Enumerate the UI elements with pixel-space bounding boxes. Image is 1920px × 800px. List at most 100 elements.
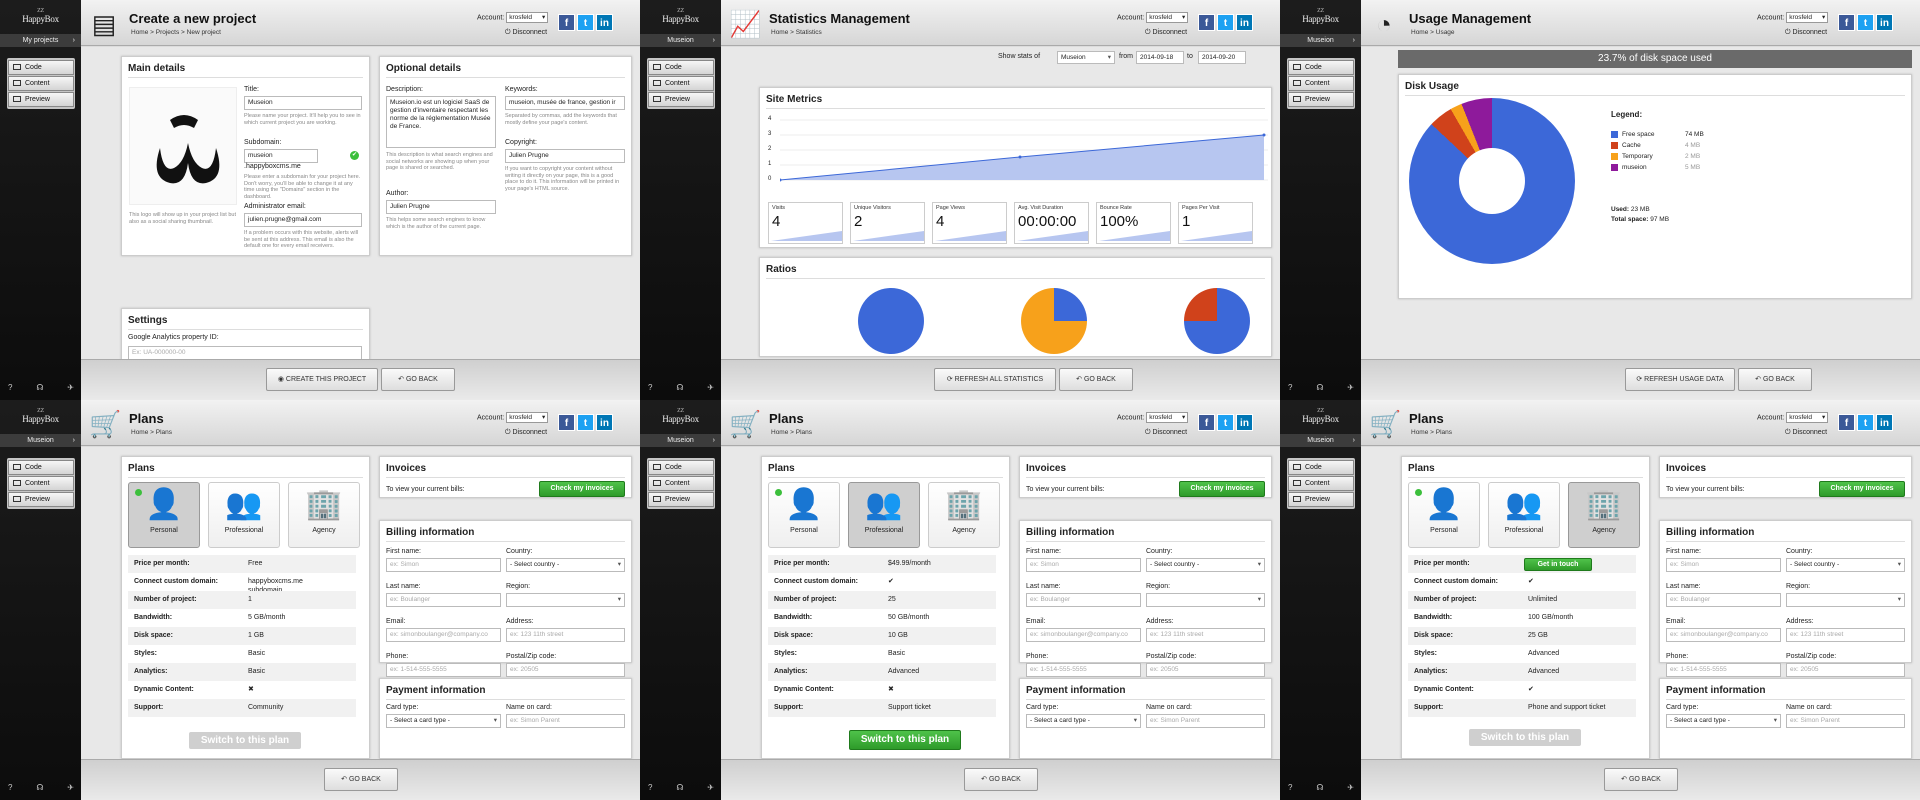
account-select[interactable]: krosfeld	[1146, 412, 1189, 423]
menu-item-preview[interactable]: Preview	[648, 92, 714, 107]
description-textarea[interactable]: Museion.io est un logiciel SaaS de gesti…	[386, 96, 496, 148]
support-icon[interactable]: ☊	[676, 783, 683, 792]
facebook-icon[interactable]: f	[1838, 414, 1855, 431]
breadcrumb[interactable]: Home > Plans	[1411, 429, 1452, 436]
last-name-input[interactable]: ex: Boulanger	[1666, 593, 1781, 607]
email-input[interactable]: ex: simonboulanger@company.co	[1666, 628, 1781, 642]
name-on-card-input[interactable]: ex: Simon Parent	[1146, 714, 1265, 728]
support-icon[interactable]: ☊	[1316, 783, 1323, 792]
support-icon[interactable]: ☊	[1316, 383, 1323, 392]
help-icon[interactable]: ?	[8, 383, 12, 392]
project-logo-upload[interactable]	[129, 87, 237, 205]
menu-item-content[interactable]: Content	[648, 476, 714, 491]
keywords-input[interactable]: museion, musée de france, gestion ir	[505, 96, 625, 110]
email-input[interactable]: ex: simonboulanger@company.co	[1026, 628, 1141, 642]
announce-icon[interactable]: ✈	[1347, 383, 1354, 392]
disconnect-link[interactable]: ⏻ Disconnect	[505, 429, 547, 437]
announce-icon[interactable]: ✈	[67, 783, 74, 792]
menu-item-content[interactable]: Content	[1288, 476, 1354, 491]
admin-email-input[interactable]: julien.prugne@gmail.com	[244, 213, 362, 227]
linkedin-icon[interactable]: in	[1876, 14, 1893, 31]
menu-item-code[interactable]: Code	[648, 60, 714, 75]
project-selector[interactable]: Museion ›	[640, 34, 721, 47]
linkedin-icon[interactable]: in	[596, 414, 613, 431]
switch-plan-button[interactable]: Switch to this plan	[849, 730, 961, 750]
last-name-input[interactable]: ex: Boulanger	[1026, 593, 1141, 607]
go-back-button[interactable]: ↶ GO BACK	[1738, 368, 1812, 391]
project-selector[interactable]: Museion ›	[0, 434, 81, 447]
go-back-button[interactable]: ↶ GO BACK	[964, 768, 1038, 791]
project-selector[interactable]: Museion ›	[640, 434, 721, 447]
account-select[interactable]: krosfeld	[1786, 12, 1829, 23]
facebook-icon[interactable]: f	[1198, 414, 1215, 431]
email-input[interactable]: ex: simonboulanger@company.co	[386, 628, 501, 642]
region-select[interactable]	[506, 593, 625, 607]
switch-plan-button[interactable]: Switch to this plan	[1469, 729, 1581, 746]
disconnect-link[interactable]: ⏻ Disconnect	[1145, 29, 1187, 37]
happybox-logo[interactable]: ZZ HappyBox	[0, 408, 81, 424]
first-name-input[interactable]: ex: Simon	[1026, 558, 1141, 572]
phone-input[interactable]: ex: 1-514-555-5555	[386, 663, 501, 677]
refresh-usage-button[interactable]: ⟳ REFRESH USAGE DATA	[1625, 368, 1735, 391]
happybox-logo[interactable]: ZZ HappyBox	[640, 408, 721, 424]
title-input[interactable]: Museion	[244, 96, 362, 110]
disconnect-link[interactable]: ⏻ Disconnect	[1145, 429, 1187, 437]
go-back-button[interactable]: ↶ GO BACK	[381, 368, 455, 391]
create-project-button[interactable]: ◉ CREATE THIS PROJECT	[266, 368, 378, 391]
menu-item-content[interactable]: Content	[8, 76, 74, 91]
address-input[interactable]: ex: 123 11th street	[1146, 628, 1265, 642]
help-icon[interactable]: ?	[648, 783, 652, 792]
twitter-icon[interactable]: t	[1857, 14, 1874, 31]
support-icon[interactable]: ☊	[36, 783, 43, 792]
menu-item-preview[interactable]: Preview	[8, 492, 74, 507]
help-icon[interactable]: ?	[648, 383, 652, 392]
zip-input[interactable]: ex: 20505	[506, 663, 625, 677]
menu-item-preview[interactable]: Preview	[8, 92, 74, 107]
check-invoices-button[interactable]: Check my invoices	[539, 481, 625, 497]
help-icon[interactable]: ?	[1288, 383, 1292, 392]
twitter-icon[interactable]: t	[1857, 414, 1874, 431]
disconnect-link[interactable]: ⏻ Disconnect	[505, 29, 547, 37]
project-selector[interactable]: Museion ›	[1280, 434, 1361, 447]
get-in-touch-button[interactable]: Get in touch	[1524, 558, 1592, 571]
card-type-select[interactable]: - Select a card type -	[1666, 714, 1781, 728]
account-select[interactable]: krosfeld	[506, 412, 549, 423]
go-back-button[interactable]: ↶ GO BACK	[1059, 368, 1133, 391]
menu-item-preview[interactable]: Preview	[648, 492, 714, 507]
facebook-icon[interactable]: f	[558, 14, 575, 31]
announce-icon[interactable]: ✈	[707, 783, 714, 792]
first-name-input[interactable]: ex: Simon	[386, 558, 501, 572]
menu-item-code[interactable]: Code	[8, 460, 74, 475]
menu-item-preview[interactable]: Preview	[1288, 92, 1354, 107]
project-selector[interactable]: My projects ›	[0, 34, 81, 47]
announce-icon[interactable]: ✈	[707, 383, 714, 392]
site-select[interactable]: Museion	[1057, 51, 1115, 64]
happybox-logo[interactable]: ZZ HappyBox	[640, 8, 721, 24]
facebook-icon[interactable]: f	[1198, 14, 1215, 31]
to-date-input[interactable]: 2014-09-20	[1198, 51, 1246, 64]
menu-item-content[interactable]: Content	[648, 76, 714, 91]
author-input[interactable]: Julien Prugne	[386, 200, 496, 214]
account-select[interactable]: krosfeld	[506, 12, 549, 23]
menu-item-code[interactable]: Code	[1288, 60, 1354, 75]
disconnect-link[interactable]: ⏻ Disconnect	[1785, 29, 1827, 37]
menu-item-preview[interactable]: Preview	[1288, 492, 1354, 507]
account-select[interactable]: krosfeld	[1146, 12, 1189, 23]
plan-option-professional[interactable]: 👥 Professional	[1488, 482, 1560, 548]
country-select[interactable]: - Select country -	[506, 558, 625, 572]
happybox-logo[interactable]: ZZ HappyBox	[1280, 8, 1361, 24]
go-back-button[interactable]: ↶ GO BACK	[1604, 768, 1678, 791]
twitter-icon[interactable]: t	[577, 414, 594, 431]
plan-option-professional[interactable]: 👥 Professional	[208, 482, 280, 548]
plan-option-agency[interactable]: 🏢 Agency	[1568, 482, 1640, 548]
announce-icon[interactable]: ✈	[1347, 783, 1354, 792]
linkedin-icon[interactable]: in	[596, 14, 613, 31]
switch-plan-button[interactable]: Switch to this plan	[189, 732, 301, 749]
happybox-logo[interactable]: ZZ HappyBox	[1280, 408, 1361, 424]
linkedin-icon[interactable]: in	[1876, 414, 1893, 431]
country-select[interactable]: - Select country -	[1786, 558, 1905, 572]
facebook-icon[interactable]: f	[558, 414, 575, 431]
twitter-icon[interactable]: t	[1217, 414, 1234, 431]
refresh-statistics-button[interactable]: ⟳ REFRESH ALL STATISTICS	[934, 368, 1056, 391]
country-select[interactable]: - Select country -	[1146, 558, 1265, 572]
